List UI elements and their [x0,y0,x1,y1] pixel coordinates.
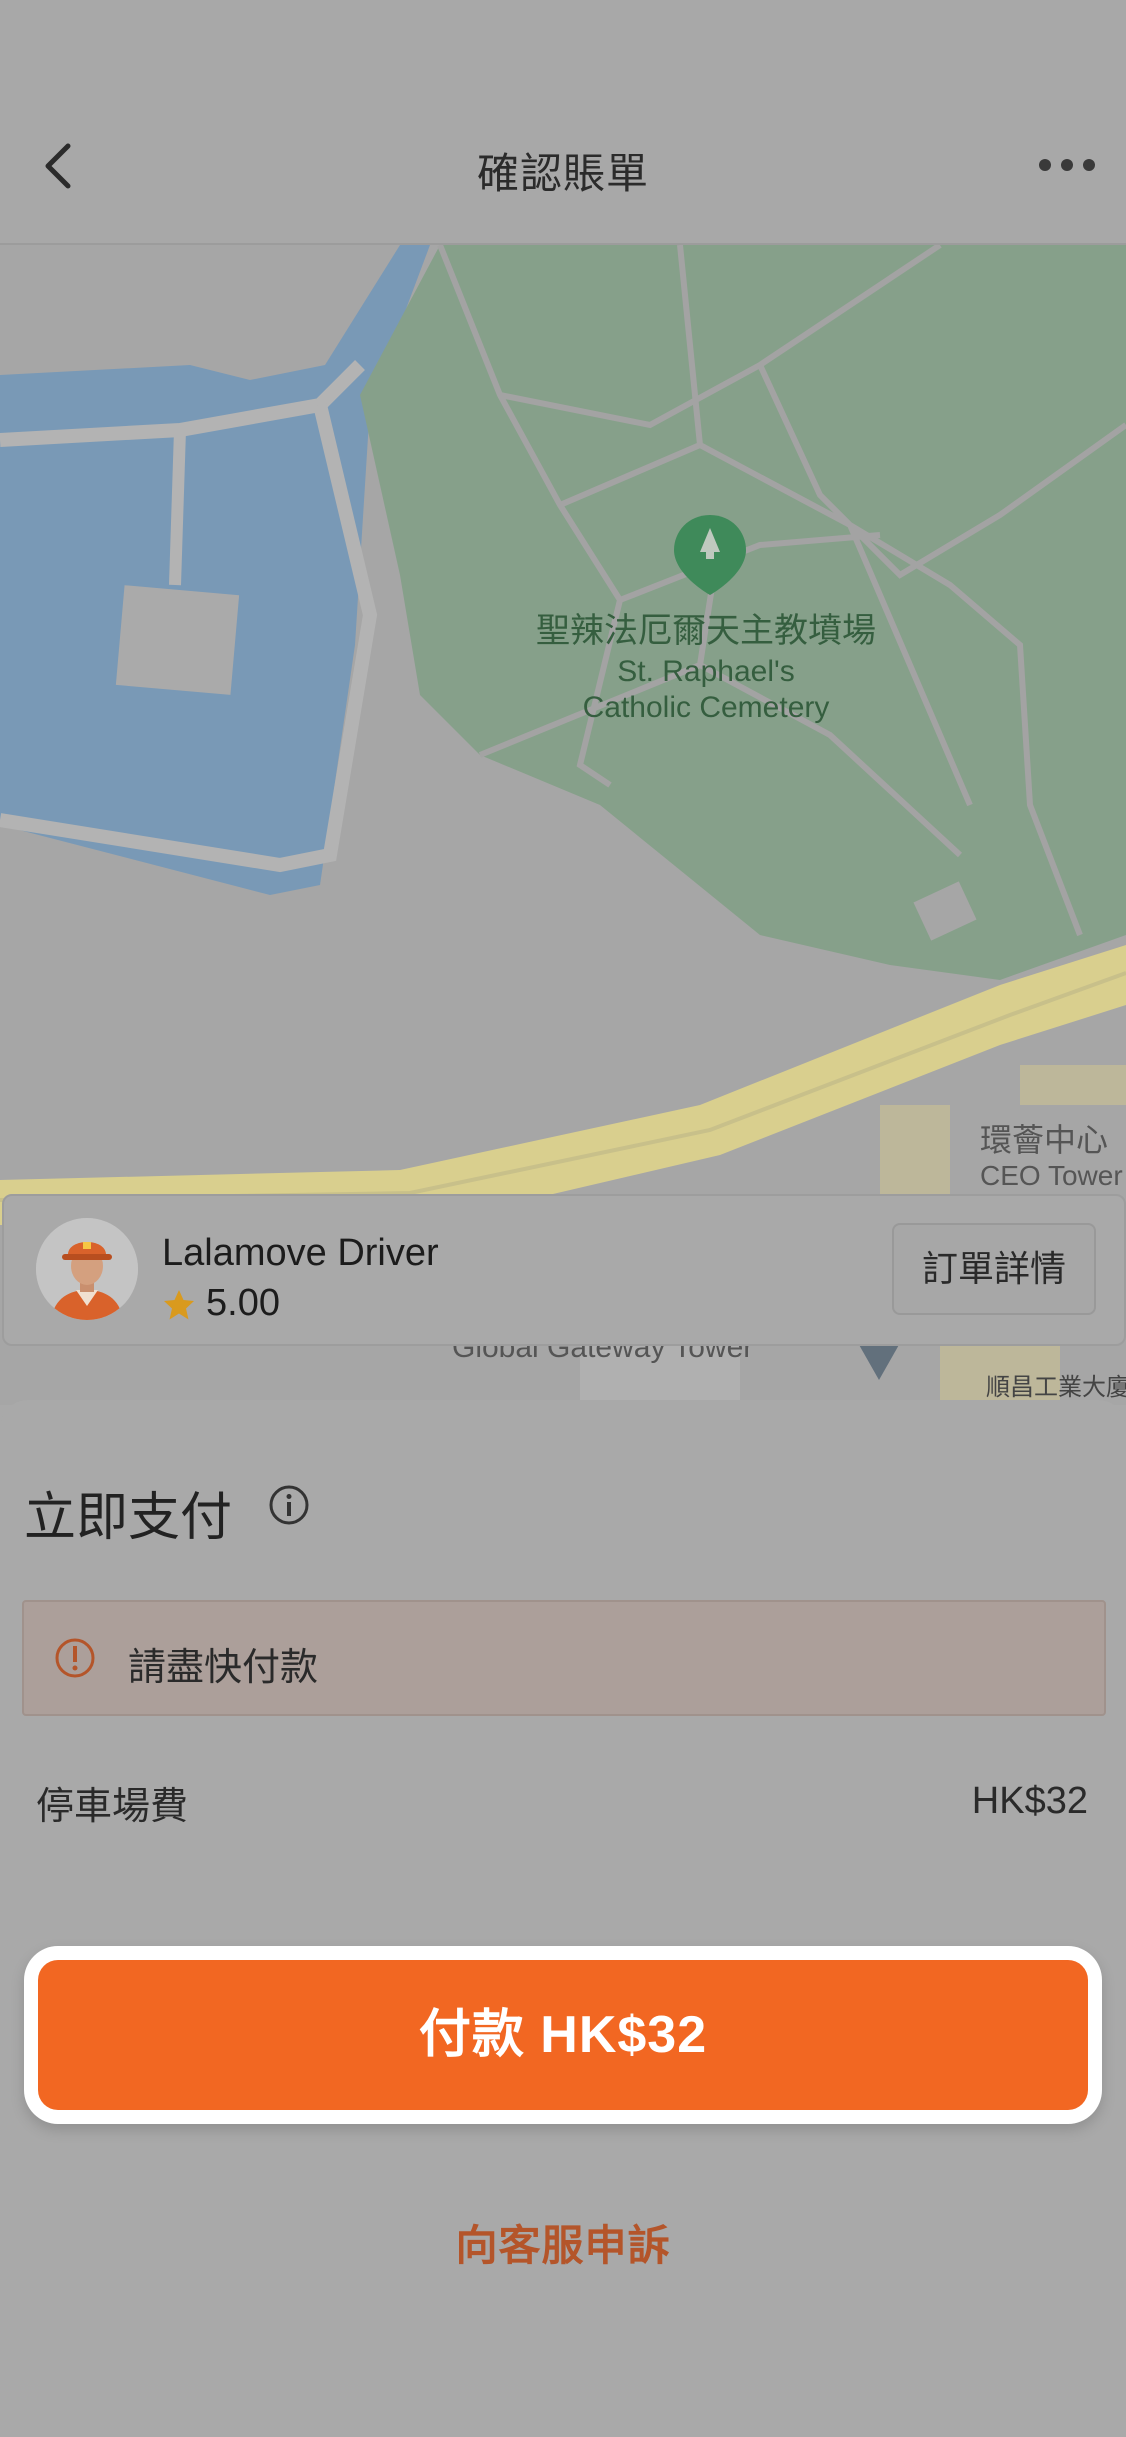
star-icon [164,1290,194,1320]
pay-button-highlight: 付款 HK$32 [24,1946,1102,2124]
map-label-cemetery-zh: 聖辣法厄爾天主教墳場 [536,612,876,650]
map-label-cemetery-en-2: Catholic Cemetery [583,691,830,724]
warning-icon [55,1638,95,1678]
payment-sheet: 立即支付 請盡快付款 停車場費 HK$32 [0,1400,1126,2437]
complaint-link[interactable]: 向客服申訴 [0,2212,1126,2273]
payment-warning-banner: 請盡快付款 [22,1600,1106,1716]
payment-title: 立即支付 [24,1489,233,1547]
driver-rating: 5.00 [206,1282,280,1324]
order-details-button[interactable]: 訂單詳情 [892,1223,1096,1315]
warning-text: 請盡快付款 [128,1647,319,1689]
driver-name: Lalamove Driver [162,1232,439,1274]
map-label-cemetery-en-1: St. Raphael's [617,655,795,688]
driver-card: Lalamove Driver 5.00 訂單詳情 [2,1194,1126,1346]
info-icon[interactable] [268,1484,310,1526]
pay-button[interactable]: 付款 HK$32 [38,1960,1088,2110]
map-label-building-1: 環薈中心 [980,1122,1108,1158]
page-title: 確認賬單 [476,150,649,197]
map-label-building-2: CEO Tower [980,1160,1123,1191]
driver-avatar [36,1218,138,1320]
fee-label: 停車場費 [36,1786,189,1828]
more-icon[interactable] [1036,150,1098,180]
map-label-building-4: 順昌工業大廈 [986,1374,1126,1401]
top-navigation-bar: 確認賬單 [0,0,1126,245]
fee-value: HK$32 [971,1780,1088,1822]
